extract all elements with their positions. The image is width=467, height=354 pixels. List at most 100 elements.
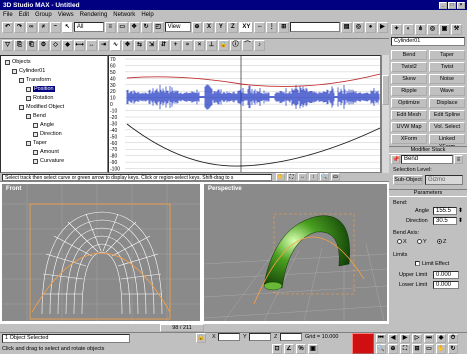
maximize-button[interactable]: □ (448, 1, 456, 9)
reference-coord-dropdown[interactable]: View (164, 22, 191, 32)
x-coordinate-field[interactable] (218, 333, 240, 341)
named-selection-dropdown[interactable] (290, 22, 341, 32)
tree-item[interactable]: Cylinder01 (12, 68, 45, 74)
motion-tab-icon[interactable]: ◎ (427, 24, 438, 35)
modifier-button[interactable]: Displace (429, 98, 465, 108)
link-icon[interactable]: ∞ (25, 21, 37, 33)
zoom-horizontal-icon[interactable]: ↔ (298, 173, 307, 181)
function-curve-graph[interactable]: 70 60 50 40 30 20 10 0 -10 -20 -30 -40 -50 -60 -70 -80-… (108, 55, 381, 173)
bend-axis-radio[interactable]: Y (417, 239, 427, 245)
angle-field[interactable]: 155.5 (433, 207, 457, 215)
zoom-vertical-icon[interactable]: ↕ (309, 173, 318, 181)
play-icon[interactable]: ▶ (400, 334, 410, 343)
select-icon[interactable]: ↖ (61, 21, 73, 33)
menu-help[interactable]: Help (141, 12, 153, 18)
display-tab-icon[interactable]: ▣ (439, 24, 450, 35)
front-viewport[interactable]: Front (0, 182, 202, 323)
zoom-extents-icon[interactable]: ⛶ (287, 173, 296, 181)
arc-rotate-icon[interactable]: ↻ (448, 344, 458, 354)
menu-group[interactable]: Group (35, 12, 52, 18)
rotate-icon[interactable]: ↻ (140, 21, 152, 33)
schematic-icon[interactable]: ◎ (353, 21, 365, 33)
zoom-all-icon[interactable]: ⊕ (388, 344, 398, 354)
material-editor-icon[interactable]: ● (365, 21, 376, 33)
axis-z-button[interactable]: Z (227, 21, 239, 33)
tree-item[interactable]: Direction (33, 131, 62, 137)
perspective-viewport[interactable]: Perspective (202, 182, 389, 323)
modifier-button[interactable]: Ripple (391, 86, 427, 96)
tangent-icon[interactable]: ⌒ (242, 40, 253, 51)
curve-canvas[interactable]: 706050403020100-10-20-30-40-50-60-70-80-… (109, 56, 380, 172)
copy-icon[interactable]: ⎘ (14, 40, 25, 51)
tree-item[interactable]: Transform (19, 77, 51, 83)
scale-values-icon[interactable]: ⇵ (158, 40, 169, 51)
tree-item[interactable]: Angle (33, 122, 54, 128)
pan-icon[interactable]: ✋ (276, 173, 285, 181)
modifier-button[interactable]: Edit Spline (429, 110, 465, 120)
direction-field[interactable]: 30.5 (433, 217, 457, 225)
tree-item[interactable]: Taper (26, 140, 47, 146)
render-icon[interactable]: ▶ (376, 21, 388, 33)
axis-y-button[interactable]: Y (215, 21, 227, 33)
goto-start-icon[interactable]: ⏮ (376, 334, 386, 343)
unlink-icon[interactable]: ≠ (37, 21, 49, 33)
tree-item[interactable]: Objects (5, 59, 31, 65)
region-zoom-icon[interactable]: ▭ (424, 344, 434, 354)
modifier-button[interactable]: Twist2 (391, 62, 427, 72)
lock-selection-icon[interactable]: 🔒 (196, 333, 206, 343)
angle-snap-icon[interactable]: ∠ (284, 344, 294, 354)
animate-button[interactable] (352, 333, 374, 354)
multiplier-icon[interactable]: × (194, 40, 205, 51)
next-frame-icon[interactable]: ▷ (412, 334, 422, 343)
limit-effect-checkbox[interactable]: Limit Effect (415, 261, 449, 267)
zoom-icon[interactable]: 🔍 (320, 173, 329, 181)
zoom-extents-all-icon[interactable]: ⊞ (412, 344, 422, 354)
properties-icon[interactable]: ⓘ (230, 40, 241, 51)
move-keys-icon[interactable]: ✥ (122, 40, 133, 51)
edit-keys-icon[interactable]: ◆ (62, 40, 73, 51)
lock-icon[interactable]: 🔒 (218, 40, 229, 51)
zoom-region-icon[interactable]: ▭ (331, 173, 340, 181)
modifier-button[interactable]: Bend (391, 50, 427, 60)
tree-item[interactable]: Position (26, 86, 55, 92)
snap-frames-icon[interactable]: ⊥ (206, 40, 217, 51)
bend-axis-radio[interactable]: X (397, 239, 407, 245)
lower-limit-field[interactable]: 0.000 (433, 281, 459, 289)
axis-xy-button[interactable]: XY (239, 21, 254, 33)
zoom-extents-viewport-icon[interactable]: ⛶ (400, 344, 410, 354)
sound-icon[interactable]: ♪ (254, 40, 265, 51)
array-icon[interactable]: ⋮ (266, 21, 278, 33)
position-ranges-icon[interactable]: ⇥ (98, 40, 109, 51)
menu-network[interactable]: Network (113, 12, 135, 18)
modifier-button[interactable]: Vol. Select (429, 122, 465, 132)
tree-item[interactable]: Amount (33, 149, 59, 155)
tree-item[interactable]: Curvature (33, 158, 64, 164)
pin-stack-icon[interactable]: 📌 (391, 155, 400, 164)
selection-filter-dropdown[interactable]: All (73, 22, 104, 32)
region-select-icon[interactable]: ▭ (116, 21, 128, 33)
goto-end-icon[interactable]: ⏭ (424, 334, 434, 343)
create-tab-icon[interactable]: ✦ (391, 24, 402, 35)
window-crossing-icon[interactable]: ▣ (308, 344, 318, 354)
function-curves-icon[interactable]: ∿ (110, 40, 121, 51)
align-icon[interactable]: ⊞ (278, 21, 290, 33)
modifier-button[interactable]: Linked XForm (429, 134, 465, 150)
time-slider-track[interactable]: 98 / 211 (0, 323, 389, 332)
pan-view-icon[interactable]: ✋ (436, 344, 446, 354)
modifier-button[interactable]: XForm (391, 134, 427, 144)
sub-object-button[interactable]: Sub-Object (393, 175, 423, 185)
mirror-icon[interactable]: ⇔ (254, 21, 266, 33)
minimize-button[interactable]: _ (439, 1, 447, 9)
edit-stack-icon[interactable]: ≡ (454, 155, 463, 164)
tree-item[interactable]: Rotation (26, 95, 54, 101)
edit-ranges-icon[interactable]: ↔ (86, 40, 97, 51)
time-slider-thumb[interactable]: 98 / 211 (160, 324, 204, 332)
tree-item[interactable]: Bend (26, 113, 46, 119)
modifier-stack-dropdown[interactable]: Bend (401, 155, 453, 164)
graph-vertical-scrollbar[interactable] (381, 55, 389, 173)
axis-x-button[interactable]: X (203, 21, 215, 33)
modifier-button[interactable]: Taper (429, 50, 465, 60)
modifier-button[interactable]: Noise (429, 74, 465, 84)
filter-icon[interactable]: ▽ (2, 40, 13, 51)
pivot-icon[interactable]: ⊕ (191, 21, 203, 33)
